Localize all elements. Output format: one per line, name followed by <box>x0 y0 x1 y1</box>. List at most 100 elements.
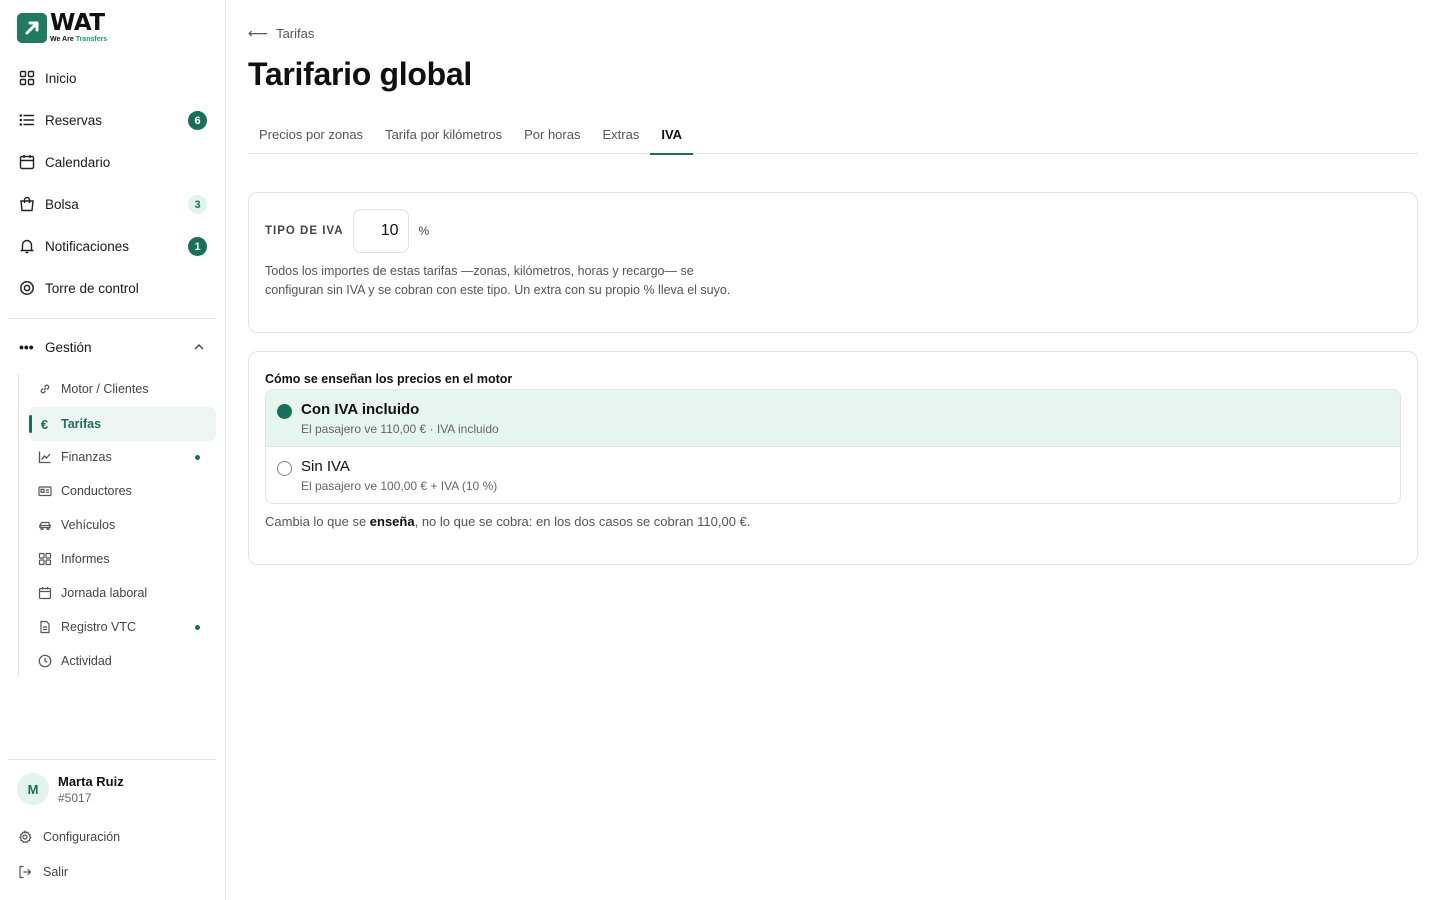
iva-rate-note: Todos los importes de estas tarifas —zon… <box>265 264 731 297</box>
price-display-note: Cambia lo que se enseña, no lo que se co… <box>265 514 751 529</box>
gear-icon <box>18 830 33 845</box>
clock-icon <box>37 654 52 669</box>
sidebar-subitem-informes[interactable]: Informes <box>29 542 216 576</box>
sidebar-item-inicio[interactable]: Inicio <box>8 60 216 96</box>
sidebar-subitem-registro-vtc[interactable]: Registro VTC <box>29 610 216 644</box>
user-name: Marta Ruiz <box>58 773 124 789</box>
target-icon <box>19 280 35 296</box>
iva-rate-input[interactable] <box>352 209 409 253</box>
sidebar-item-label: Informes <box>61 552 110 566</box>
sidebar-group-label: Gestión <box>45 339 92 355</box>
car-icon <box>37 518 52 533</box>
sidebar: WAT We Are Transfers Inicio Reservas 6 C… <box>0 0 226 900</box>
radio-unselected[interactable] <box>277 461 292 476</box>
sidebar-subitem-motor-clientes[interactable]: Motor / Clientes <box>29 372 216 406</box>
radio-selected[interactable] <box>277 404 292 419</box>
back-link[interactable]: ⟵ Tarifas <box>248 25 314 42</box>
sidebar-group-gestion[interactable]: ••• Gestión <box>8 330 216 364</box>
sidebar-item-label: Tarifas <box>61 417 102 431</box>
bag-icon <box>19 196 35 212</box>
active-indicator <box>29 415 32 433</box>
option-sin-iva[interactable]: Sin IVA El pasajero ve 100,00 € + IVA (1… <box>266 447 1400 503</box>
count-badge: 1 <box>188 237 207 256</box>
sidebar-item-label: Jornada laboral <box>61 586 148 600</box>
id-card-icon <box>37 484 52 499</box>
sidebar-item-bolsa[interactable]: Bolsa 3 <box>8 186 216 222</box>
count-badge: 3 <box>188 195 207 214</box>
euro-icon: € <box>40 416 49 432</box>
count-badge: 6 <box>188 111 207 130</box>
bell-icon <box>19 238 35 254</box>
iva-rate-label: TIPO DE IVA <box>265 225 344 237</box>
iva-unit: % <box>418 224 430 238</box>
settings-link[interactable]: Configuración <box>18 827 120 847</box>
option-subtitle: El pasajero ve 100,00 € + IVA (10 %) <box>301 479 498 493</box>
sidebar-subitem-vehiculos[interactable]: Vehículos <box>29 508 216 542</box>
settings-label: Configuración <box>43 830 121 844</box>
option-con-iva[interactable]: Con IVA incluido El pasajero ve 110,00 €… <box>266 390 1400 447</box>
sidebar-subitem-jornada-laboral[interactable]: Jornada laboral <box>29 576 216 610</box>
price-display-card: Cómo se enseñan los precios en el motor … <box>248 351 1418 565</box>
brand-logo[interactable]: WAT We Are Transfers <box>17 12 107 43</box>
status-dot <box>195 625 200 630</box>
document-icon <box>37 620 52 635</box>
sidebar-item-label: Torre de control <box>45 280 139 296</box>
option-subtitle: El pasajero ve 110,00 € · IVA incluido <box>301 422 499 436</box>
option-title: Sin IVA <box>301 458 350 475</box>
price-display-options: Con IVA incluido El pasajero ve 110,00 €… <box>265 389 1401 504</box>
divider <box>8 759 216 760</box>
arrow-left-icon: ⟵ <box>248 25 269 41</box>
sidebar-item-label: Actividad <box>61 654 112 668</box>
brand-word: WAT <box>50 10 105 36</box>
tab-tarifa-por-kilometros[interactable]: Tarifa por kilómetros <box>374 118 513 154</box>
calendar-icon <box>19 154 35 170</box>
avatar: M <box>17 773 49 805</box>
price-display-title: Cómo se enseñan los precios en el motor <box>265 372 513 386</box>
sidebar-item-notificaciones[interactable]: Notificaciones 1 <box>8 228 216 264</box>
tab-precios-por-zonas[interactable]: Precios por zonas <box>248 118 374 154</box>
status-dot <box>195 455 200 460</box>
tab-bar: Precios por zonas Tarifa por kilómetros … <box>248 118 1418 155</box>
chevron-up-icon <box>194 344 204 350</box>
calendar-icon <box>37 586 52 601</box>
logout-icon <box>18 865 33 880</box>
link-icon <box>37 382 52 397</box>
divider <box>8 318 216 319</box>
sidebar-subitem-finanzas[interactable]: Finanzas <box>29 440 216 474</box>
iva-rate-card: TIPO DE IVA % Todos los importes de esta… <box>248 192 1418 333</box>
sidebar-item-label: Reservas <box>45 112 103 128</box>
sidebar-item-label: Finanzas <box>61 450 112 464</box>
sidebar-item-label: Registro VTC <box>61 620 137 634</box>
sidebar-item-calendario[interactable]: Calendario <box>8 144 216 180</box>
arrow-icon <box>17 12 47 43</box>
sidebar-subitem-tarifas[interactable]: € Tarifas <box>29 407 216 441</box>
tab-por-horas[interactable]: Por horas <box>513 118 591 154</box>
sidebar-subitem-conductores[interactable]: Conductores <box>29 474 216 508</box>
sidebar-item-label: Motor / Clientes <box>61 382 149 396</box>
sidebar-item-label: Vehículos <box>61 518 116 532</box>
sidebar-item-label: Conductores <box>61 484 132 498</box>
sidebar-item-label: Bolsa <box>45 196 79 212</box>
user-id: #5017 <box>58 790 92 805</box>
dots-icon: ••• <box>19 339 34 355</box>
tab-iva[interactable]: IVA <box>650 118 693 155</box>
sidebar-item-torre-de-control[interactable]: Torre de control <box>8 270 216 306</box>
option-title: Con IVA incluido <box>301 401 420 418</box>
tab-extras[interactable]: Extras <box>591 118 650 154</box>
user-profile[interactable]: M Marta Ruiz #5017 <box>17 773 124 805</box>
sidebar-subitem-actividad[interactable]: Actividad <box>29 644 216 678</box>
sidebar-item-label: Notificaciones <box>45 238 130 254</box>
brand-tagline: We Are Transfers <box>50 36 108 43</box>
chart-icon <box>37 450 52 465</box>
grid-icon <box>19 70 35 86</box>
sidebar-item-label: Inicio <box>45 70 77 86</box>
grid-icon <box>37 552 52 567</box>
back-label: Tarifas <box>276 26 315 41</box>
list-icon <box>19 112 35 128</box>
logout-label: Salir <box>43 865 69 879</box>
page-title: Tarifario global <box>248 56 472 92</box>
sidebar-item-reservas[interactable]: Reservas 6 <box>8 102 216 138</box>
logout-link[interactable]: Salir <box>18 862 68 882</box>
sidebar-item-label: Calendario <box>45 154 111 170</box>
submenu-rail <box>18 374 19 676</box>
